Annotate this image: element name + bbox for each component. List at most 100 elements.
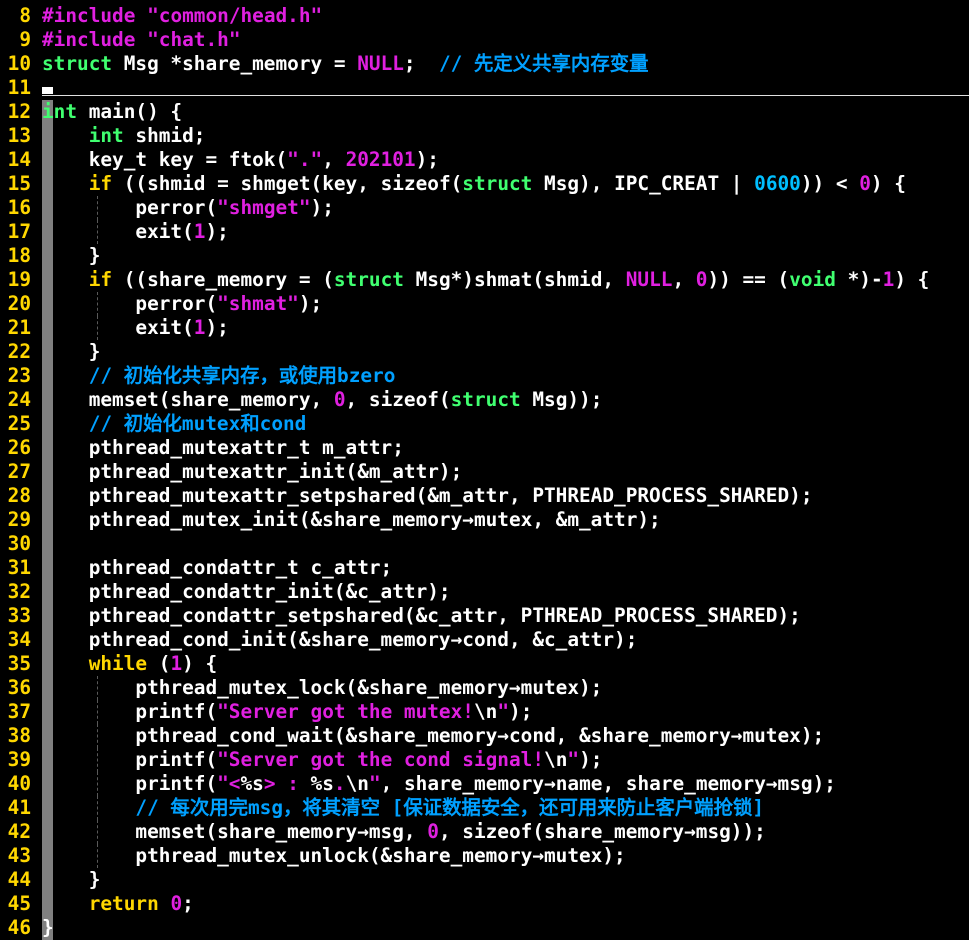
code-line[interactable]: 41 // 每次用完msg，将其清空 [保证数据安全，还可用来防止客户端抢锁] bbox=[0, 796, 969, 820]
code-token: struct bbox=[333, 268, 404, 291]
code-line[interactable]: 36 pthread_mutex_lock(&share_memory→mute… bbox=[0, 676, 969, 700]
code-line[interactable]: 46} bbox=[0, 916, 969, 940]
line-number: 19 bbox=[7, 268, 31, 291]
code-line[interactable]: 43 pthread_mutex_unlock(&share_memory→mu… bbox=[0, 844, 969, 868]
code-token: Msg), IPC_CREAT | bbox=[532, 172, 755, 195]
line-number: 29 bbox=[7, 508, 31, 531]
code-token: \n bbox=[473, 700, 498, 723]
code-token: // 初始化共享内存，或使用bzero bbox=[88, 364, 396, 387]
code-text: } bbox=[42, 916, 54, 940]
code-text: pthread_mutex_lock(&share_memory→mutex); bbox=[42, 676, 602, 700]
code-text: printf("<%s> : %s.\n", share_memory→name… bbox=[42, 772, 836, 796]
code-line[interactable]: 23 // 初始化共享内存，或使用bzero bbox=[0, 364, 969, 388]
code-line[interactable]: 33 pthread_condattr_setpshared(&c_attr, … bbox=[0, 604, 969, 628]
code-line[interactable]: 39 printf("Server got the cond signal!\n… bbox=[0, 748, 969, 772]
code-line[interactable]: 42 memset(share_memory→msg, 0, sizeof(sh… bbox=[0, 820, 969, 844]
line-number: 13 bbox=[7, 124, 31, 147]
code-token: ); bbox=[509, 700, 533, 723]
code-line[interactable]: 31 pthread_condattr_t c_attr; bbox=[0, 556, 969, 580]
line-number: 16 bbox=[7, 196, 31, 219]
code-token: } bbox=[42, 340, 101, 363]
code-line[interactable]: 40 printf("<%s> : %s.\n", share_memory→n… bbox=[0, 772, 969, 796]
line-number: 12 bbox=[7, 100, 31, 123]
code-token: 1 bbox=[882, 268, 895, 291]
line-number: 27 bbox=[7, 460, 31, 483]
code-token: %s bbox=[310, 772, 334, 795]
code-line[interactable]: 44 } bbox=[0, 868, 969, 892]
code-line[interactable]: 14 key_t key = ftok(".", 202101); bbox=[0, 148, 969, 172]
code-token: #include bbox=[42, 4, 136, 27]
code-token: , bbox=[672, 268, 696, 291]
code-line[interactable]: 32 pthread_condattr_init(&c_attr); bbox=[0, 580, 969, 604]
code-token: ; bbox=[182, 892, 194, 915]
code-line[interactable]: 26 pthread_mutexattr_t m_attr; bbox=[0, 436, 969, 460]
line-number: 24 bbox=[7, 388, 31, 411]
line-number: 45 bbox=[7, 892, 31, 915]
code-line[interactable]: 24 memset(share_memory, 0, sizeof(struct… bbox=[0, 388, 969, 412]
code-line[interactable]: 22 } bbox=[0, 340, 969, 364]
code-line[interactable]: 35 while (1) { bbox=[0, 652, 969, 676]
code-line[interactable]: 28 pthread_mutexattr_setpshared(&m_attr,… bbox=[0, 484, 969, 508]
code-line[interactable]: 18 } bbox=[0, 244, 969, 268]
code-token: pthread_mutex_init(&share_memory→mutex, … bbox=[42, 508, 661, 531]
code-token: \n bbox=[544, 748, 568, 771]
code-token: Msg)); bbox=[520, 388, 603, 411]
code-line[interactable]: 12 int main() { bbox=[0, 100, 969, 124]
code-token: } bbox=[42, 868, 101, 891]
code-editor[interactable]: 8 #include "common/head.h" 9 #include "chat… bbox=[0, 0, 969, 940]
code-text: } bbox=[42, 868, 101, 892]
code-text: perror("shmget"); bbox=[42, 196, 334, 220]
code-text: pthread_cond_init(&share_memory→cond, &c… bbox=[42, 628, 638, 652]
code-line[interactable]: 45 return 0; bbox=[0, 892, 969, 916]
code-token: 0600 bbox=[754, 172, 801, 195]
code-token: ) { bbox=[870, 172, 906, 195]
line-number: 34 bbox=[7, 628, 31, 651]
code-token: , sizeof( bbox=[345, 388, 451, 411]
code-text: } bbox=[42, 340, 101, 364]
code-token: "< bbox=[217, 772, 241, 795]
code-token: while bbox=[88, 652, 148, 675]
code-line[interactable]: 17 exit(1); bbox=[0, 220, 969, 244]
code-line[interactable]: 9 #include "chat.h" bbox=[0, 28, 969, 52]
line-number: 10 bbox=[7, 52, 31, 75]
code-token: ); bbox=[310, 196, 334, 219]
code-line[interactable]: 8 #include "common/head.h" bbox=[0, 4, 969, 28]
code-token: 0 bbox=[695, 268, 708, 291]
code-line[interactable]: 15 if ((shmid = shmget(key, sizeof(struc… bbox=[0, 172, 969, 196]
code-line[interactable]: 16 perror("shmget"); bbox=[0, 196, 969, 220]
code-line[interactable]: 27 pthread_mutexattr_init(&m_attr); bbox=[0, 460, 969, 484]
code-token: > : bbox=[263, 772, 311, 795]
code-line[interactable]: 11 bbox=[0, 76, 969, 100]
code-token: , share_memory→name, share_memory→msg); bbox=[380, 772, 836, 795]
code-line[interactable]: 13 int shmid; bbox=[0, 124, 969, 148]
code-text: #include "chat.h" bbox=[42, 28, 241, 52]
code-line[interactable]: 34 pthread_cond_init(&share_memory→cond,… bbox=[0, 628, 969, 652]
line-number: 11 bbox=[7, 76, 31, 99]
code-token: pthread_condattr_setpshared(&c_attr, PTH… bbox=[42, 604, 801, 627]
code-token: 1 bbox=[193, 316, 206, 339]
code-token: if bbox=[88, 172, 113, 195]
code-line[interactable]: 37 printf("Server got the mutex!\n"); bbox=[0, 700, 969, 724]
code-token: pthread_mutex_lock(&share_memory→mutex); bbox=[42, 676, 603, 699]
code-line[interactable]: 30 bbox=[0, 532, 969, 556]
code-text: pthread_condattr_init(&c_attr); bbox=[42, 580, 451, 604]
line-number: 14 bbox=[7, 148, 31, 171]
code-line[interactable]: 25 // 初始化mutex和cond bbox=[0, 412, 969, 436]
code-token: pthread_mutexattr_init(&m_attr); bbox=[42, 460, 463, 483]
code-token: int bbox=[88, 124, 124, 147]
line-number: 21 bbox=[7, 316, 31, 339]
code-line[interactable]: 29 pthread_mutex_init(&share_memory→mute… bbox=[0, 508, 969, 532]
code-line[interactable]: 21 exit(1); bbox=[0, 316, 969, 340]
code-token: shmid; bbox=[123, 124, 206, 147]
line-number: 31 bbox=[7, 556, 31, 579]
code-text: printf("Server got the cond signal!\n"); bbox=[42, 748, 602, 772]
code-token: )) < bbox=[800, 172, 860, 195]
code-line[interactable]: 19 if ((share_memory = (struct Msg*)shma… bbox=[0, 268, 969, 292]
code-line[interactable]: 38 pthread_cond_wait(&share_memory→cond,… bbox=[0, 724, 969, 748]
code-line[interactable]: 10 struct Msg *share_memory = NULL; // 先定… bbox=[0, 52, 969, 76]
code-token: "chat.h" bbox=[147, 28, 241, 51]
code-line[interactable]: 20 perror("shmat"); bbox=[0, 292, 969, 316]
code-token: pthread_cond_init(&share_memory→cond, &c… bbox=[42, 628, 638, 651]
